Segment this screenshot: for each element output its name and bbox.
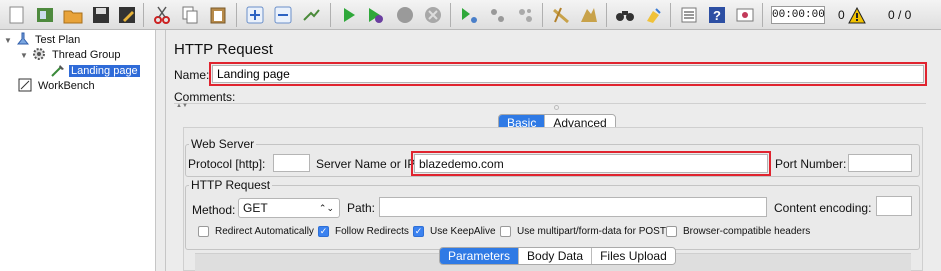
expand-arrow-icon[interactable]: ▼	[20, 51, 30, 60]
stop-icon[interactable]	[394, 4, 416, 26]
method-select[interactable]: GET ⌃⌄	[238, 198, 340, 218]
shutdown-icon[interactable]	[422, 4, 444, 26]
port-label: Port Number:	[775, 157, 847, 171]
method-value: GET	[243, 201, 268, 215]
thread-group-gear-icon	[32, 47, 46, 64]
test-plan-icon	[16, 32, 30, 48]
name-field-highlight	[209, 62, 927, 86]
http-request-panel: HTTP Request Name: Comments: ▲▼ Basic Ad…	[165, 30, 941, 271]
checkbox-unchecked-icon[interactable]	[198, 226, 209, 237]
page-title: HTTP Request	[174, 41, 273, 58]
clear-all-icon[interactable]	[578, 4, 600, 26]
checkbox-unchecked-icon[interactable]	[666, 226, 677, 237]
function-helper-icon[interactable]	[678, 4, 700, 26]
content-encoding-label: Content encoding:	[774, 201, 872, 215]
start-icon[interactable]	[338, 4, 360, 26]
templates-icon[interactable]	[34, 4, 56, 26]
splitter-arrows-icon[interactable]: ▲▼	[176, 103, 188, 109]
tree-item-thread-group[interactable]: ▼ Thread Group	[20, 47, 122, 63]
options-icon[interactable]	[734, 4, 756, 26]
toolbar: ? 00:00:00 0 0 / 0	[0, 0, 941, 30]
multipart-form-data-checkbox[interactable]: Use multipart/form-data for POST	[500, 226, 666, 237]
active-threads: 0 / 0	[888, 8, 912, 22]
save-as-icon[interactable]	[116, 4, 138, 26]
protocol-label: Protocol [http]:	[188, 157, 266, 171]
splitter-handle-icon[interactable]	[554, 105, 559, 110]
tree-item-landing-page[interactable]: Landing page	[50, 63, 140, 79]
collapse-icon[interactable]	[272, 4, 294, 26]
panel-splitter[interactable]: ▲▼	[174, 103, 926, 110]
sampler-pipette-icon	[50, 63, 66, 80]
name-field[interactable]	[212, 65, 924, 83]
warning-count: 0	[838, 8, 845, 22]
follow-redirects-checkbox[interactable]: ✓ Follow Redirects	[318, 226, 409, 237]
server-field[interactable]: blazedemo.com	[414, 154, 768, 173]
remote-stop-icon[interactable]	[486, 4, 508, 26]
parameters-tabs: Parameters Body Data Files Upload	[439, 247, 676, 265]
port-field[interactable]	[848, 154, 912, 172]
web-server-legend: Web Server	[191, 137, 255, 151]
test-plan-tree: ▼ Test Plan ▼ Thread Group Landing page …	[0, 30, 156, 271]
remote-start-icon[interactable]	[458, 4, 480, 26]
search-icon[interactable]	[614, 4, 636, 26]
redirect-automatically-checkbox[interactable]: Redirect Automatically	[198, 226, 314, 237]
comments-label: Comments:	[174, 90, 236, 104]
clear-icon[interactable]	[550, 4, 572, 26]
remote-shutdown-icon[interactable]	[514, 4, 536, 26]
content-encoding-field[interactable]	[876, 196, 912, 216]
checkmark-icon[interactable]: ✓	[413, 226, 424, 237]
elapsed-timer: 00:00:00	[771, 6, 825, 24]
name-label: Name:	[174, 68, 210, 82]
checkbox-unchecked-icon[interactable]	[500, 226, 511, 237]
reset-search-icon[interactable]	[642, 4, 664, 26]
paste-icon[interactable]	[207, 4, 229, 26]
start-no-pauses-icon[interactable]	[364, 4, 386, 26]
chevron-updown-icon: ⌃⌄	[318, 203, 334, 213]
tab-parameters[interactable]: Parameters	[440, 248, 519, 264]
server-field-highlight: blazedemo.com	[411, 151, 771, 176]
tab-files-upload[interactable]: Files Upload	[591, 248, 675, 264]
http-request-legend: HTTP Request	[191, 178, 271, 192]
expand-icon[interactable]	[244, 4, 266, 26]
save-icon[interactable]	[90, 4, 112, 26]
copy-icon[interactable]	[179, 4, 201, 26]
path-label: Path:	[347, 201, 376, 215]
use-keepalive-checkbox[interactable]: ✓ Use KeepAlive	[413, 226, 496, 237]
browser-compatible-headers-checkbox[interactable]: Browser-compatible headers	[666, 226, 810, 237]
method-label: Method:	[192, 203, 236, 217]
open-icon[interactable]	[62, 4, 84, 26]
svg-text:?: ?	[713, 8, 721, 23]
path-field[interactable]	[379, 197, 767, 217]
workbench-icon	[18, 78, 32, 95]
toggle-icon[interactable]	[300, 4, 322, 26]
tree-item-workbench[interactable]: WorkBench	[18, 78, 97, 94]
server-label: Server Name or IP:	[316, 157, 419, 171]
help-icon[interactable]: ?	[706, 4, 728, 26]
tab-body-data[interactable]: Body Data	[518, 248, 592, 264]
warning-icon[interactable]	[846, 4, 868, 26]
protocol-field[interactable]	[273, 154, 310, 172]
expand-arrow-icon[interactable]: ▼	[4, 36, 14, 45]
checkmark-icon[interactable]: ✓	[318, 226, 329, 237]
new-icon[interactable]	[6, 4, 28, 26]
cut-icon[interactable]	[151, 4, 173, 26]
